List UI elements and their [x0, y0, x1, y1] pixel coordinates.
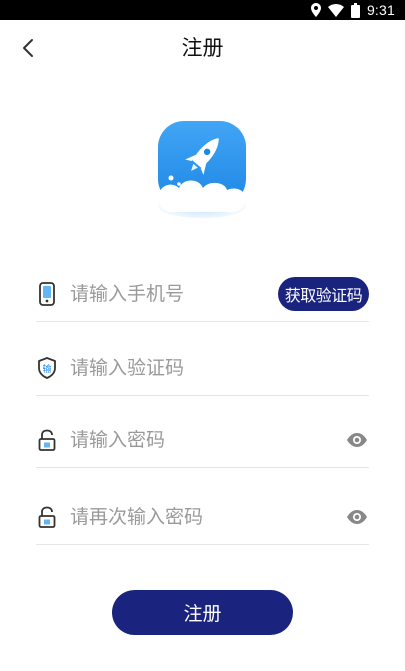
shield-icon: 输 — [36, 356, 58, 380]
status-bar: 9:31 — [0, 0, 405, 20]
eye-icon — [347, 510, 367, 524]
phone-icon — [36, 282, 58, 306]
header: 注册 — [0, 20, 405, 76]
confirm-password-row — [36, 491, 369, 545]
password-row — [36, 414, 369, 468]
password-input[interactable] — [70, 425, 290, 455]
lock-icon — [36, 505, 58, 529]
app-logo — [155, 118, 249, 218]
password-visibility-toggle[interactable] — [345, 430, 369, 450]
battery-icon — [350, 2, 360, 18]
confirm-password-visibility-toggle[interactable] — [345, 507, 369, 527]
shield-badge-text: 输 — [42, 363, 51, 375]
phone-row: 获取验证码 — [36, 268, 369, 322]
location-icon — [310, 3, 321, 17]
register-button[interactable]: 注册 — [112, 590, 293, 635]
code-row: 输 — [36, 342, 369, 396]
eye-icon — [347, 433, 367, 447]
page-title: 注册 — [181, 36, 224, 60]
lock-icon — [36, 428, 58, 452]
get-code-button[interactable]: 获取验证码 — [278, 277, 369, 311]
status-time: 9:31 — [366, 2, 395, 18]
confirm-password-input[interactable] — [70, 502, 290, 532]
wifi-icon — [327, 3, 344, 17]
code-input[interactable] — [70, 353, 290, 383]
rocket-icon — [158, 121, 246, 218]
phone-input[interactable] — [70, 279, 290, 309]
